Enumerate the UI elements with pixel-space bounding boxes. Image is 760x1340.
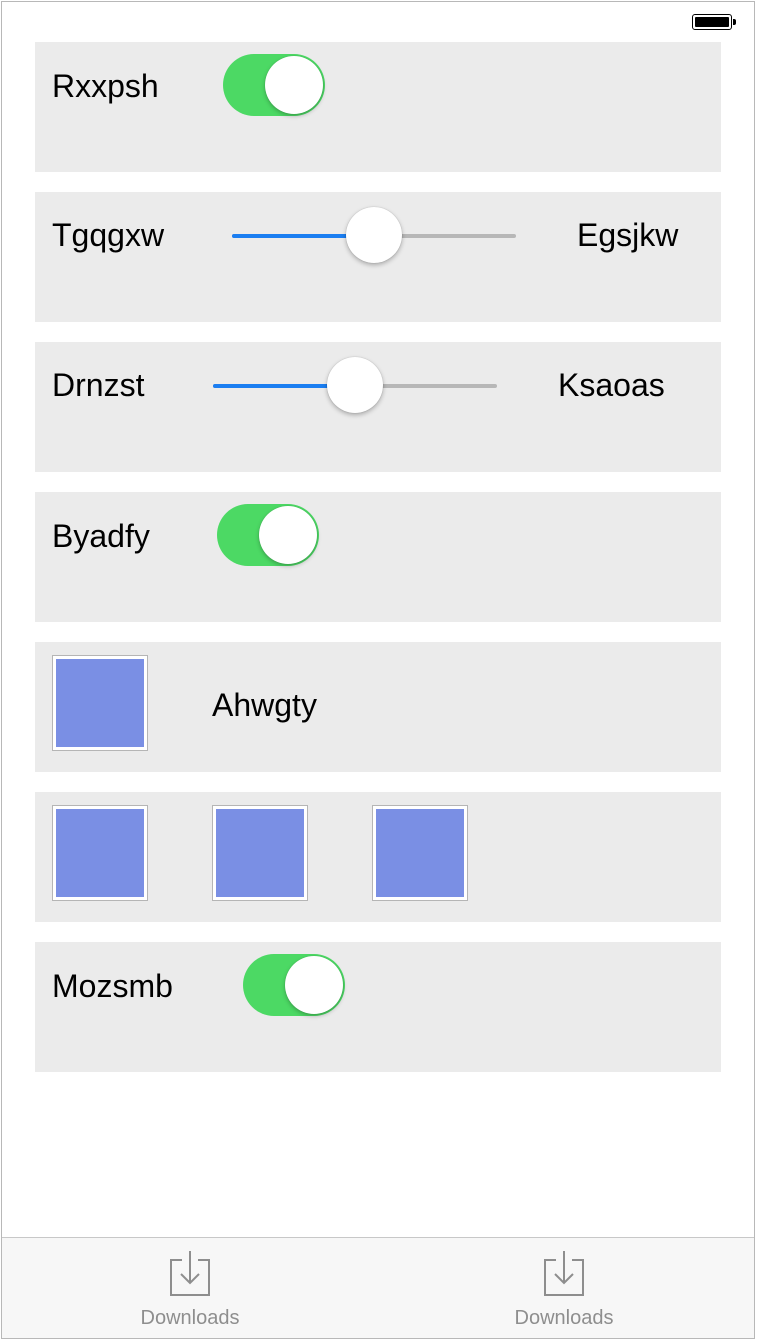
switch-knob bbox=[259, 506, 317, 564]
download-icon bbox=[544, 1251, 584, 1296]
slider-min-label: Tgqgxw bbox=[52, 217, 165, 253]
slider-thumb[interactable] bbox=[346, 207, 402, 263]
image-thumbnail[interactable] bbox=[52, 805, 148, 901]
slider-min-label: Drnzst bbox=[52, 367, 145, 403]
slider[interactable] bbox=[213, 356, 497, 416]
tab-label: Downloads bbox=[140, 1307, 240, 1329]
battery-full-icon bbox=[692, 14, 736, 32]
download-icon bbox=[170, 1251, 210, 1296]
row-rxxpsh: Rxxpsh bbox=[35, 42, 721, 172]
switch-knob bbox=[285, 956, 343, 1014]
tab-bar: Downloads Downloads bbox=[2, 1237, 754, 1338]
slider-thumb[interactable] bbox=[327, 357, 383, 413]
slider[interactable] bbox=[232, 206, 516, 266]
tab-label: Downloads bbox=[514, 1307, 614, 1329]
row-ahwgty: Ahwgty bbox=[35, 642, 721, 772]
toggle-switch[interactable] bbox=[217, 504, 319, 566]
tab-downloads-2[interactable]: Downloads bbox=[464, 1238, 664, 1338]
slider-max-label: Egsjkw bbox=[577, 217, 679, 253]
row-drnzst: Drnzst Ksaoas bbox=[35, 342, 721, 472]
switch-knob bbox=[265, 56, 323, 114]
row-tgqgxw: Tgqgxw Egsjkw bbox=[35, 192, 721, 322]
switch-label: Mozsmb bbox=[52, 968, 173, 1004]
image-thumbnail[interactable] bbox=[212, 805, 308, 901]
slider-max-label: Ksaoas bbox=[558, 367, 665, 403]
row-images bbox=[35, 792, 721, 922]
image-thumbnail[interactable] bbox=[52, 655, 148, 751]
app-screen: Rxxpsh Tgqgxw Egsjkw Drnzst Ksaoas Byadf… bbox=[1, 1, 755, 1339]
switch-label: Rxxpsh bbox=[52, 68, 159, 104]
image-thumbnail[interactable] bbox=[372, 805, 468, 901]
row-byadfy: Byadfy bbox=[35, 492, 721, 622]
toggle-switch[interactable] bbox=[223, 54, 325, 116]
toggle-switch[interactable] bbox=[243, 954, 345, 1016]
switch-label: Byadfy bbox=[52, 518, 150, 554]
tab-downloads-1[interactable]: Downloads bbox=[90, 1238, 290, 1338]
row-mozsmb: Mozsmb bbox=[35, 942, 721, 1072]
image-label: Ahwgty bbox=[212, 687, 317, 723]
